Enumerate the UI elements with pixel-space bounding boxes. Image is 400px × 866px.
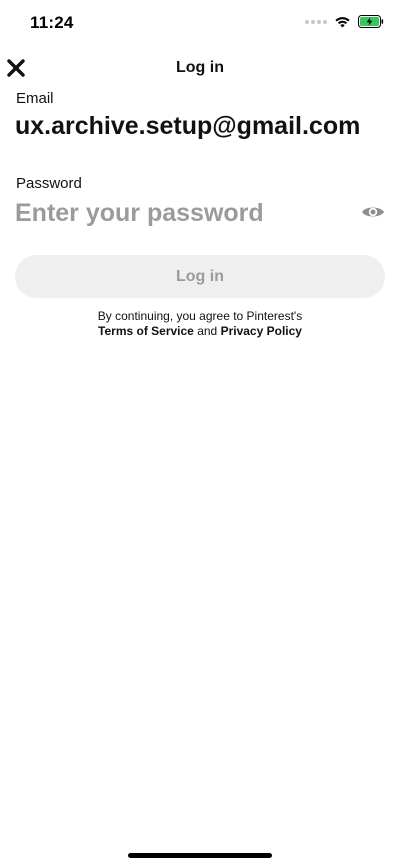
battery-charging-icon bbox=[358, 15, 384, 28]
email-label: Email bbox=[16, 90, 54, 107]
terms-notice: By continuing, you agree to Pinterest's … bbox=[0, 309, 400, 339]
header: Log in bbox=[0, 52, 400, 84]
login-button[interactable]: Log in bbox=[15, 255, 385, 298]
eye-icon bbox=[362, 207, 384, 217]
terms-of-service-link[interactable]: Terms of Service bbox=[98, 324, 194, 338]
password-label: Password bbox=[16, 175, 82, 192]
email-field[interactable]: ux.archive.setup@gmail.com bbox=[15, 112, 390, 141]
signal-icon bbox=[305, 19, 327, 24]
privacy-policy-link[interactable]: Privacy Policy bbox=[221, 324, 302, 338]
login-screen: 11:24 Log in Email ux.archive.setup@gmai… bbox=[0, 0, 400, 866]
page-title: Log in bbox=[176, 59, 224, 76]
password-input[interactable] bbox=[15, 196, 345, 230]
show-password-button[interactable] bbox=[360, 200, 386, 224]
terms-connector: and bbox=[197, 324, 218, 338]
status-bar: 11:24 bbox=[0, 0, 400, 48]
wifi-icon bbox=[335, 17, 350, 28]
status-icons bbox=[305, 15, 384, 28]
status-time: 11:24 bbox=[30, 13, 74, 32]
home-indicator bbox=[128, 853, 272, 858]
terms-prefix: By continuing, you agree to Pinterest's bbox=[97, 309, 303, 323]
terms-links-line: Terms of Service and Privacy Policy bbox=[0, 324, 400, 339]
